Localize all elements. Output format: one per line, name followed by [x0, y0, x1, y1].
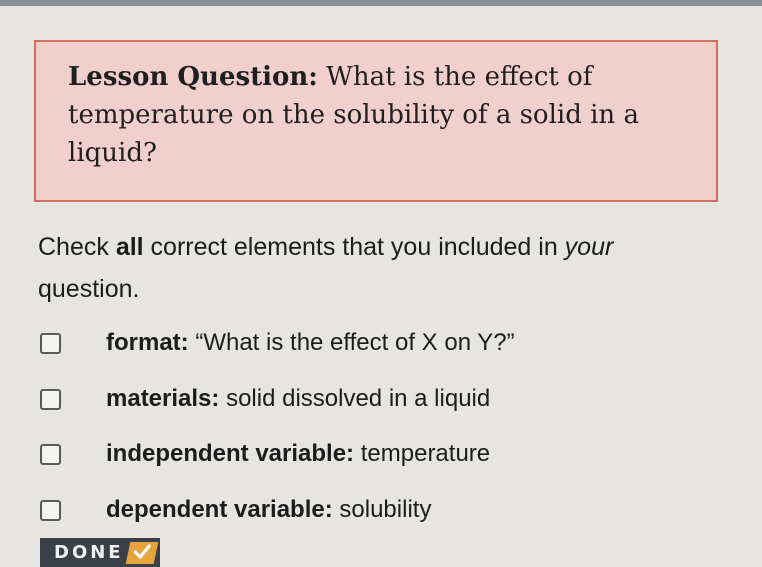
option-value: “What is the effect of X on Y?”: [195, 329, 515, 356]
instruction-emphasis-all: all: [115, 233, 144, 261]
option-key: independent variable:: [106, 440, 355, 467]
checkmark-icon-glyph: [133, 544, 151, 559]
checkbox[interactable]: [40, 333, 61, 354]
checkbox[interactable]: [40, 389, 61, 410]
option-value: solid dissolved in a liquid: [226, 385, 491, 412]
option-key: materials:: [106, 385, 220, 412]
option-key: format:: [106, 329, 189, 356]
checkbox[interactable]: [40, 444, 61, 465]
lesson-question-text: Lesson Question: What is the effect of t…: [68, 58, 698, 172]
instruction-part: correct elements that you included in: [143, 233, 565, 261]
option-dependent-variable[interactable]: dependent variable: solubility: [40, 493, 740, 527]
instruction-emphasis-your: your: [564, 233, 614, 261]
instruction-text: Check all correct elements that you incl…: [38, 226, 718, 310]
option-key: dependent variable:: [106, 496, 333, 523]
option-value: temperature: [360, 440, 491, 467]
option-label: independent variable: temperature: [106, 437, 490, 471]
option-materials[interactable]: materials: solid dissolved in a liquid: [40, 382, 740, 416]
checkmark-icon: [125, 542, 159, 564]
done-button-label: DONE: [54, 542, 124, 563]
option-format[interactable]: format: “What is the effect of X on Y?”: [40, 326, 740, 360]
done-button[interactable]: DONE: [40, 538, 160, 567]
top-divider: [0, 0, 762, 6]
lesson-question-label: Lesson Question:: [68, 62, 318, 92]
lesson-question-box: Lesson Question: What is the effect of t…: [34, 40, 718, 202]
option-label: materials: solid dissolved in a liquid: [106, 382, 490, 416]
option-label: format: “What is the effect of X on Y?”: [106, 326, 515, 360]
checkbox[interactable]: [40, 500, 61, 521]
option-label: dependent variable: solubility: [106, 493, 431, 527]
instruction-part: Check: [38, 233, 116, 261]
instruction-part: question.: [38, 275, 140, 303]
option-independent-variable[interactable]: independent variable: temperature: [40, 437, 740, 471]
option-value: solubility: [339, 496, 432, 523]
